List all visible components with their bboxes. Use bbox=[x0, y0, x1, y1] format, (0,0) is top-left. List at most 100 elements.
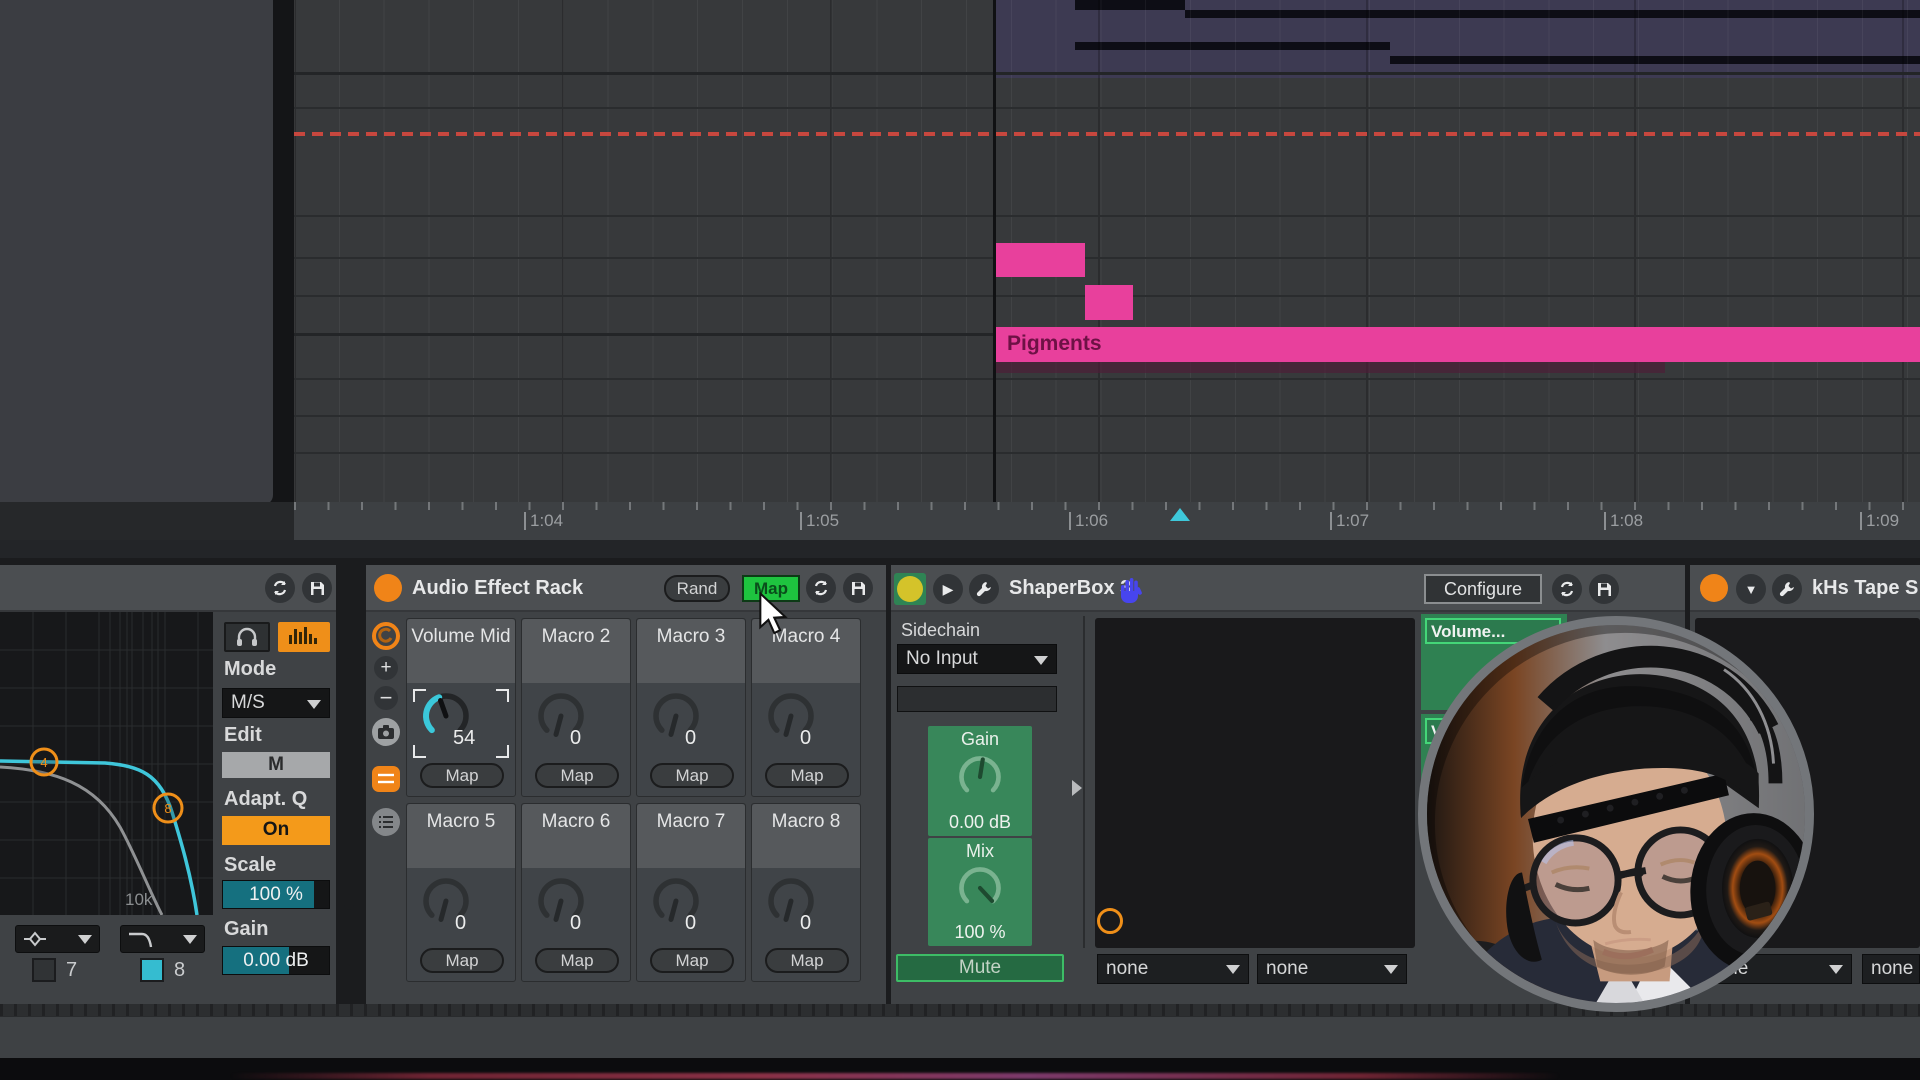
macro-map-button[interactable]: Map bbox=[535, 948, 619, 973]
loop-start-marker[interactable] bbox=[1170, 508, 1190, 521]
time-label: 1:04 bbox=[524, 512, 563, 530]
macro-pad-1[interactable]: Volume Mid 54 Map bbox=[406, 618, 516, 797]
save-preset-icon[interactable] bbox=[302, 573, 332, 603]
sidechain-sub-select[interactable] bbox=[897, 686, 1057, 712]
audition-headphone-button[interactable] bbox=[224, 622, 270, 652]
sc-mix-label: Mix bbox=[928, 838, 1032, 862]
band7-enable-checkbox[interactable] bbox=[32, 958, 56, 982]
save-preset-icon[interactable] bbox=[843, 573, 873, 603]
fold-device-icon[interactable]: ▼ bbox=[1736, 574, 1766, 604]
macro-snapshot-icon[interactable] bbox=[372, 718, 400, 746]
midi-clip-pink-1[interactable] bbox=[994, 243, 1085, 277]
sidechain-mute-button[interactable]: Mute bbox=[896, 954, 1064, 982]
tape-title-bar[interactable]: ▼ kHs Tape S bbox=[1690, 565, 1920, 612]
lane-divider bbox=[294, 107, 1920, 109]
macro-map-button[interactable]: Map bbox=[765, 763, 849, 788]
macro-variations-icon[interactable] bbox=[372, 766, 400, 792]
mode-select[interactable]: M/S bbox=[222, 688, 330, 718]
device-scrollbar[interactable] bbox=[344, 658, 354, 910]
macro-value: 0 bbox=[570, 912, 581, 935]
routing-select-2[interactable]: none bbox=[1862, 954, 1920, 984]
time-label: 1:09 bbox=[1860, 512, 1899, 530]
remove-macro-button[interactable]: − bbox=[374, 686, 398, 710]
plugin-edit-wrench-icon[interactable] bbox=[969, 574, 999, 604]
macro-map-button[interactable]: Map bbox=[765, 948, 849, 973]
sidechain-gain-panel[interactable]: Gain 0.00 dB bbox=[928, 726, 1032, 836]
midi-clip-pink-2[interactable] bbox=[1085, 285, 1133, 320]
gain-value-slider[interactable]: 0.00 dB bbox=[222, 946, 330, 975]
hot-swap-icon[interactable] bbox=[265, 573, 295, 603]
routing-select-2[interactable]: none bbox=[1257, 954, 1407, 984]
macro-map-button[interactable]: Map bbox=[420, 763, 504, 788]
macro-pad-8[interactable]: Macro 8 0 Map bbox=[751, 803, 861, 982]
pigments-clip[interactable]: Pigments bbox=[995, 327, 1920, 362]
automation-line-red-dashed[interactable] bbox=[294, 132, 1920, 136]
macro-value: 0 bbox=[685, 727, 696, 750]
chain-list-icon[interactable] bbox=[372, 808, 400, 836]
configure-button[interactable]: Configure bbox=[1424, 574, 1542, 604]
edit-channel-button[interactable]: M bbox=[222, 752, 330, 778]
device-activator-button[interactable] bbox=[374, 574, 402, 602]
macro-map-button[interactable]: Map bbox=[420, 948, 504, 973]
eq-node-4-label: 4 bbox=[40, 755, 47, 770]
routing-value-2: none bbox=[1266, 958, 1308, 979]
eq-spectrum-graph[interactable]: 4 8 10k bbox=[0, 612, 213, 915]
macro-mapping-icon[interactable] bbox=[372, 622, 400, 650]
rand-button[interactable]: Rand bbox=[664, 575, 730, 602]
shaper-title-bar[interactable]: ▶ ShaperBox 3 Configure bbox=[891, 565, 1685, 612]
map-bracket bbox=[413, 745, 426, 758]
sc-gain-label: Gain bbox=[928, 726, 1032, 750]
sc-gain-knob[interactable] bbox=[955, 752, 1005, 802]
routing-value-1: none bbox=[1106, 958, 1148, 979]
configure-param-dot[interactable] bbox=[1097, 908, 1123, 934]
fold-arrow-icon[interactable] bbox=[1072, 780, 1082, 796]
band8-filter-type-select[interactable] bbox=[120, 925, 205, 953]
adaptq-toggle[interactable]: On bbox=[222, 816, 330, 845]
gain-label: Gain bbox=[224, 918, 268, 941]
clip-detail-left-panel bbox=[0, 0, 273, 505]
spectrum-view-button[interactable] bbox=[278, 622, 330, 652]
macro-pad-5[interactable]: Macro 5 0 Map bbox=[406, 803, 516, 982]
eq-node-8-label: 8 bbox=[164, 801, 171, 816]
sidechain-label: Sidechain bbox=[901, 620, 980, 641]
macro-pad-6[interactable]: Macro 6 0 Map bbox=[521, 803, 631, 982]
device-activator-button[interactable] bbox=[897, 576, 923, 602]
freq-axis-label: 10k bbox=[125, 890, 153, 909]
lane-divider bbox=[294, 415, 1920, 417]
eq-title-bar[interactable] bbox=[0, 565, 336, 612]
macro-value: 0 bbox=[685, 912, 696, 935]
macro-map-button[interactable]: Map bbox=[650, 948, 734, 973]
macro-map-button[interactable]: Map bbox=[650, 763, 734, 788]
lane-divider bbox=[294, 378, 1920, 380]
hot-swap-icon[interactable] bbox=[1552, 574, 1582, 604]
time-ruler[interactable]: 1:04 1:05 1:06 1:07 1:08 1:09 bbox=[294, 502, 1920, 540]
ableton-live-window: Pigments 1:04 1:05 1:06 1:07 1:08 1:09 bbox=[0, 0, 1920, 1080]
time-label: 1:08 bbox=[1604, 512, 1643, 530]
sidechain-input-select[interactable]: No Input bbox=[897, 644, 1057, 674]
scale-value-slider[interactable]: 100 % bbox=[222, 880, 330, 909]
arrangement-grid[interactable]: Pigments bbox=[294, 0, 1920, 502]
rack-title-bar[interactable]: Audio Effect Rack Rand Map bbox=[366, 565, 886, 612]
macro-value: 54 bbox=[453, 727, 475, 750]
time-label: 1:07 bbox=[1330, 512, 1369, 530]
add-macro-button[interactable]: + bbox=[374, 656, 398, 680]
macro-pad-4[interactable]: Macro 4 0 Map bbox=[751, 618, 861, 797]
macro-map-button[interactable]: Map bbox=[535, 763, 619, 788]
hand-icon bbox=[1119, 577, 1143, 603]
sidechain-mix-panel[interactable]: Mix 100 % bbox=[928, 838, 1032, 946]
mode-label: Mode bbox=[224, 658, 276, 681]
plugin-edit-wrench-icon[interactable] bbox=[1772, 574, 1802, 604]
macro-pad-2[interactable]: Macro 2 0 Map bbox=[521, 618, 631, 797]
routing-select-1[interactable]: none bbox=[1097, 954, 1249, 984]
save-preset-icon[interactable] bbox=[1589, 574, 1619, 604]
mouse-cursor bbox=[757, 592, 793, 636]
band7-filter-type-select[interactable] bbox=[15, 925, 100, 953]
sc-mix-knob[interactable] bbox=[955, 863, 1005, 913]
macro-pad-7[interactable]: Macro 7 0 Map bbox=[636, 803, 746, 982]
band8-enable-checkbox[interactable] bbox=[140, 958, 164, 982]
device-activator-button[interactable] bbox=[1700, 574, 1728, 602]
macro-pad-3[interactable]: Macro 3 0 Map bbox=[636, 618, 746, 797]
grid-lines bbox=[294, 0, 1920, 502]
plugin-unfold-icon[interactable]: ▶ bbox=[933, 574, 963, 604]
hot-swap-icon[interactable] bbox=[806, 573, 836, 603]
